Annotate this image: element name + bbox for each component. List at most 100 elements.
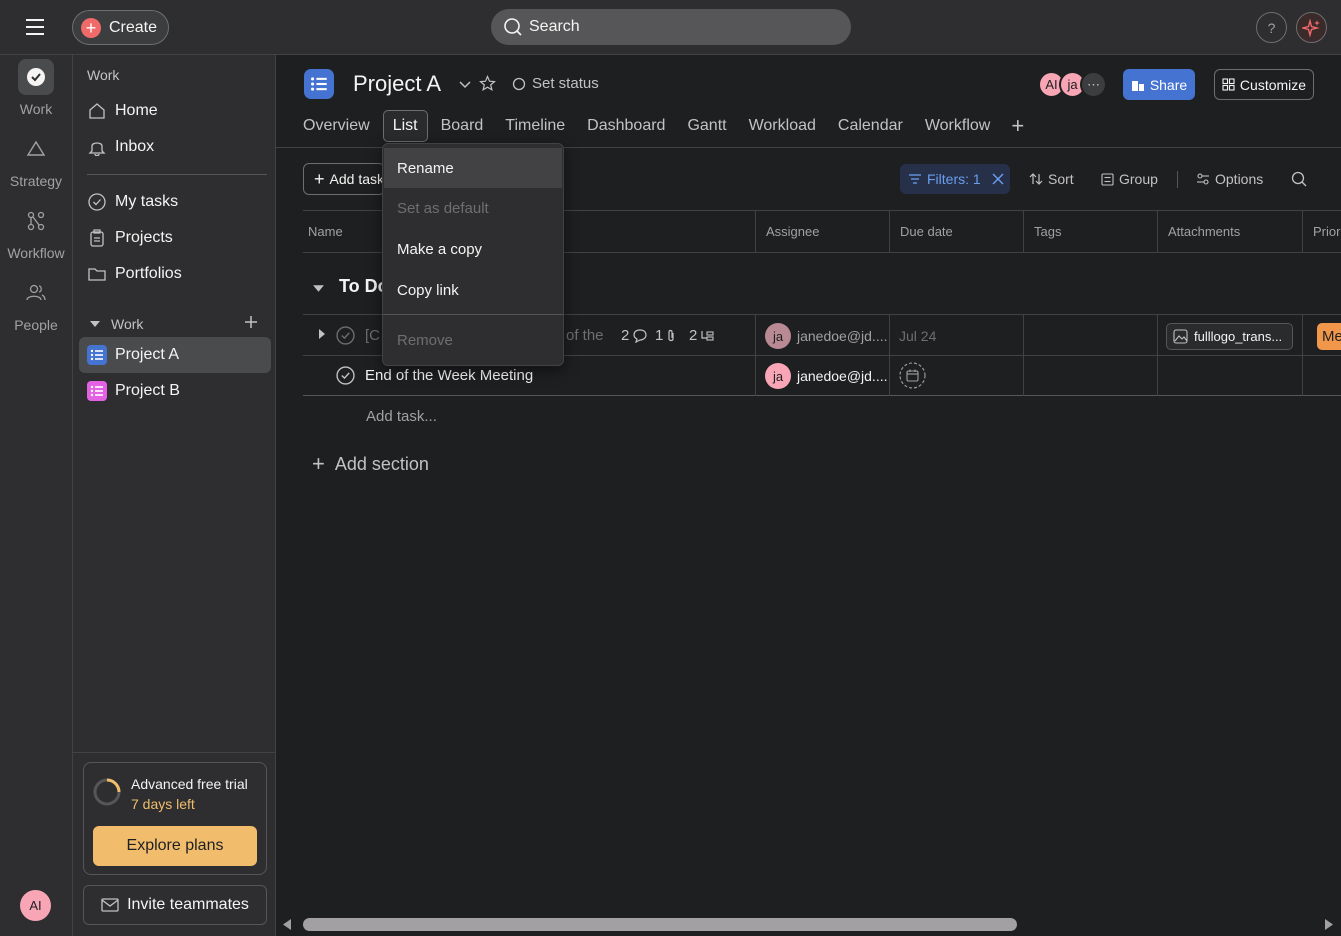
task-name-fragment[interactable]: of the	[566, 327, 604, 344]
customize-button[interactable]: Customize	[1214, 69, 1314, 100]
search-tasks-icon[interactable]	[1291, 164, 1307, 194]
attachment-chip[interactable]: fulllogo_trans...	[1166, 323, 1293, 350]
column-header-priority[interactable]: Prior	[1302, 210, 1341, 253]
divider	[1157, 314, 1158, 396]
explore-plans-button[interactable]: Explore plans	[93, 826, 257, 866]
caret-down-icon[interactable]	[312, 282, 325, 295]
tab-dashboard[interactable]: Dashboard	[576, 110, 676, 142]
filters-label: Filters: 1	[927, 171, 981, 187]
options-button[interactable]: Options	[1196, 164, 1263, 194]
task-name-fragment[interactable]: [C	[365, 327, 380, 344]
sort-button[interactable]: Sort	[1029, 164, 1074, 194]
ai-sparkle-button[interactable]	[1296, 12, 1327, 43]
priority-chip[interactable]: Me	[1317, 323, 1341, 350]
due-date[interactable]: Jul 24	[899, 328, 936, 344]
tab-list[interactable]: List	[382, 110, 428, 142]
horizontal-scrollbar[interactable]	[276, 912, 1341, 936]
comment-count[interactable]: 1	[655, 327, 676, 344]
member-avatars[interactable]: AI ja ⋯	[1038, 71, 1107, 98]
caret-down-icon	[89, 318, 101, 330]
add-section-button[interactable]: + Add section	[312, 451, 429, 477]
divider	[383, 314, 563, 315]
sidebar-item-portfolios[interactable]: Portfolios	[79, 256, 271, 292]
chevron-down-icon[interactable]	[458, 77, 472, 91]
sidebar-section-work[interactable]: Work	[89, 316, 143, 332]
sidebar-item-projects[interactable]: Projects	[79, 220, 271, 256]
clipboard-icon	[87, 228, 107, 248]
project-list-icon[interactable]	[304, 69, 334, 99]
filters-button[interactable]: Filters: 1	[900, 164, 1010, 194]
tab-calendar[interactable]: Calendar	[827, 110, 914, 142]
complete-task-icon[interactable]	[336, 366, 355, 385]
share-icon	[1131, 78, 1145, 92]
tab-workload[interactable]: Workload	[738, 110, 827, 142]
create-button[interactable]: + Create	[72, 10, 169, 45]
trial-days-left: 7 days left	[131, 796, 195, 812]
left-rail: Work Strategy Workflow People	[0, 55, 72, 936]
list-icon	[87, 381, 107, 401]
assignee-email[interactable]: janedoe@jd....	[797, 368, 888, 384]
avatar[interactable]: ja	[765, 323, 791, 349]
share-button[interactable]: Share	[1123, 69, 1195, 100]
expand-icon[interactable]	[318, 328, 326, 340]
help-button[interactable]: ?	[1256, 12, 1287, 43]
add-task-button[interactable]: + Add task	[303, 163, 385, 195]
scroll-left-icon[interactable]	[282, 918, 292, 931]
column-header-due-date[interactable]: Due date	[889, 210, 1023, 253]
tab-board[interactable]: Board	[430, 110, 495, 142]
scroll-right-icon[interactable]	[1324, 918, 1334, 931]
add-tab-icon[interactable]: +	[1001, 113, 1034, 139]
group-button[interactable]: Group	[1101, 164, 1158, 194]
column-header-assignee[interactable]: Assignee	[755, 210, 889, 253]
invite-teammates-button[interactable]: Invite teammates	[83, 885, 267, 925]
scrollbar-thumb[interactable]	[303, 918, 1017, 931]
calendar-icon[interactable]	[899, 362, 926, 389]
project-title[interactable]: Project A	[353, 71, 441, 97]
menu-icon[interactable]	[22, 16, 50, 38]
task-name[interactable]: End of the Week Meeting	[365, 367, 533, 384]
tab-overview[interactable]: Overview	[303, 110, 381, 142]
avatar[interactable]: ja	[765, 363, 791, 389]
group-label: Group	[1119, 171, 1158, 187]
divider	[73, 752, 275, 753]
assignee-email[interactable]: janedoe@jd....	[797, 328, 888, 344]
sidebar-item-label: Projects	[115, 229, 173, 246]
trial-progress-ring	[92, 777, 122, 807]
comment-icon	[633, 328, 647, 343]
sidebar-item-inbox[interactable]: Inbox	[79, 129, 271, 165]
sidebar-item-home[interactable]: Home	[79, 93, 271, 129]
sidebar-item-project-b[interactable]: Project B	[79, 373, 271, 409]
people-icon	[18, 275, 54, 311]
add-project-icon[interactable]	[243, 314, 259, 330]
sidebar-item-project-a[interactable]: Project A	[79, 337, 271, 373]
sidebar-item-my-tasks[interactable]: My tasks	[79, 184, 271, 220]
rail-item-work[interactable]: Work	[0, 59, 72, 117]
divider	[1177, 171, 1178, 188]
sidebar-item-label: Project B	[115, 382, 180, 399]
subtask-count[interactable]: 2	[621, 327, 647, 344]
user-avatar[interactable]: AI	[20, 890, 51, 921]
add-task-inline[interactable]: Add task...	[366, 408, 437, 425]
rail-item-workflow[interactable]: Workflow	[0, 203, 72, 261]
star-icon[interactable]	[479, 75, 496, 92]
tab-timeline[interactable]: Timeline	[494, 110, 576, 142]
menu-item-make-copy[interactable]: Make a copy	[384, 229, 562, 269]
create-label: Create	[109, 18, 158, 36]
set-status-button[interactable]: Set status	[512, 75, 599, 92]
rail-item-people[interactable]: People	[0, 275, 72, 333]
attachment-count[interactable]: 2	[689, 327, 714, 344]
trial-card: Advanced free trial 7 days left Explore …	[83, 762, 267, 875]
column-header-attachments[interactable]: Attachments	[1157, 210, 1302, 253]
search-input[interactable]: Search	[491, 9, 851, 45]
rail-item-strategy[interactable]: Strategy	[0, 131, 72, 189]
complete-task-icon[interactable]	[336, 326, 355, 345]
menu-item-copy-link[interactable]: Copy link	[384, 270, 562, 310]
tab-context-menu: Rename Set as default Make a copy Copy l…	[382, 143, 564, 366]
tab-workflow[interactable]: Workflow	[914, 110, 1002, 142]
subtask-count-value: 2	[621, 327, 630, 344]
menu-item-rename[interactable]: Rename	[384, 148, 562, 188]
tab-gantt[interactable]: Gantt	[676, 110, 737, 142]
column-header-tags[interactable]: Tags	[1023, 210, 1157, 253]
close-icon[interactable]	[992, 173, 1004, 185]
customize-label: Customize	[1239, 76, 1307, 93]
